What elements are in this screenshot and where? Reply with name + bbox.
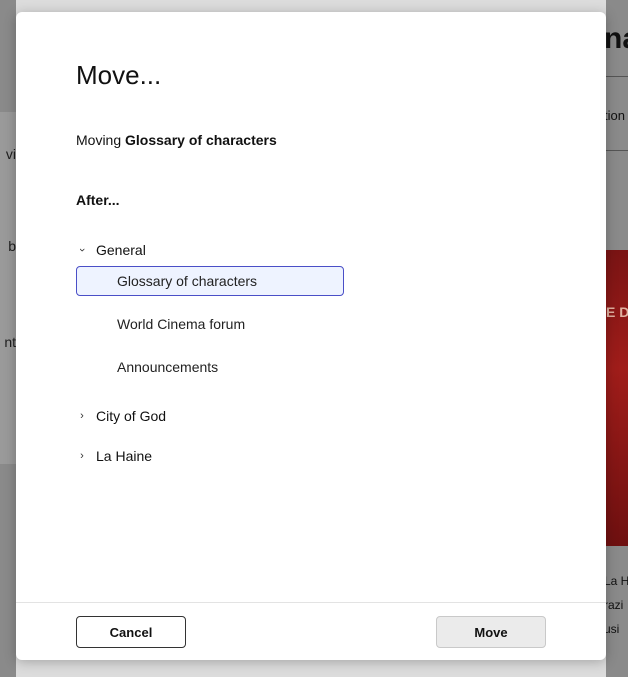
tree-group-la-haine[interactable]: › La Haine [76,444,152,468]
background-page-title: na [604,22,628,55]
after-label: After... [76,192,120,208]
tree-item-label: Announcements [117,359,219,375]
chevron-right-icon[interactable]: › [76,410,88,422]
move-dialog: Move... Moving Glossary of characters Af… [16,12,606,660]
tree-group-label: General [96,242,146,258]
tree-item-world-cinema-forum[interactable]: World Cinema forum [76,309,344,339]
background-caption: razi [604,598,624,612]
background-left-text: vi [5,146,16,162]
dialog-title: Move... [76,60,162,90]
moving-item-name: Glossary of characters [125,132,277,148]
cancel-button[interactable]: Cancel [76,616,186,648]
move-button[interactable]: Move [436,616,546,648]
background-poster-image [606,250,628,546]
background-poster-text: E D [606,304,628,320]
background-divider [606,150,628,151]
background-left-strip [0,112,16,464]
moving-description: Moving Glossary of characters [76,132,277,148]
moving-prefix: Moving [76,132,126,148]
footer-divider [16,602,606,603]
tree-item-announcements[interactable]: Announcements [76,352,344,382]
background-divider [606,76,628,77]
background-caption: La H [604,574,628,588]
tree-item-glossary-of-characters[interactable]: Glossary of characters [76,266,344,296]
background-left-text: b [8,238,16,254]
chevron-right-icon[interactable]: › [76,450,88,462]
tree-group-label: La Haine [96,448,153,464]
chevron-down-icon[interactable]: › [76,244,88,256]
background-tab: tion [604,108,625,123]
tree-item-label: Glossary of characters [117,273,258,289]
tree-group-city-of-god[interactable]: › City of God [76,404,166,428]
background-left-text: nt [4,334,16,350]
tree-group-label: City of God [96,408,167,424]
background-caption: usi [604,622,620,636]
tree-group-general[interactable]: › General [76,238,146,262]
tree-item-label: World Cinema forum [117,316,246,332]
